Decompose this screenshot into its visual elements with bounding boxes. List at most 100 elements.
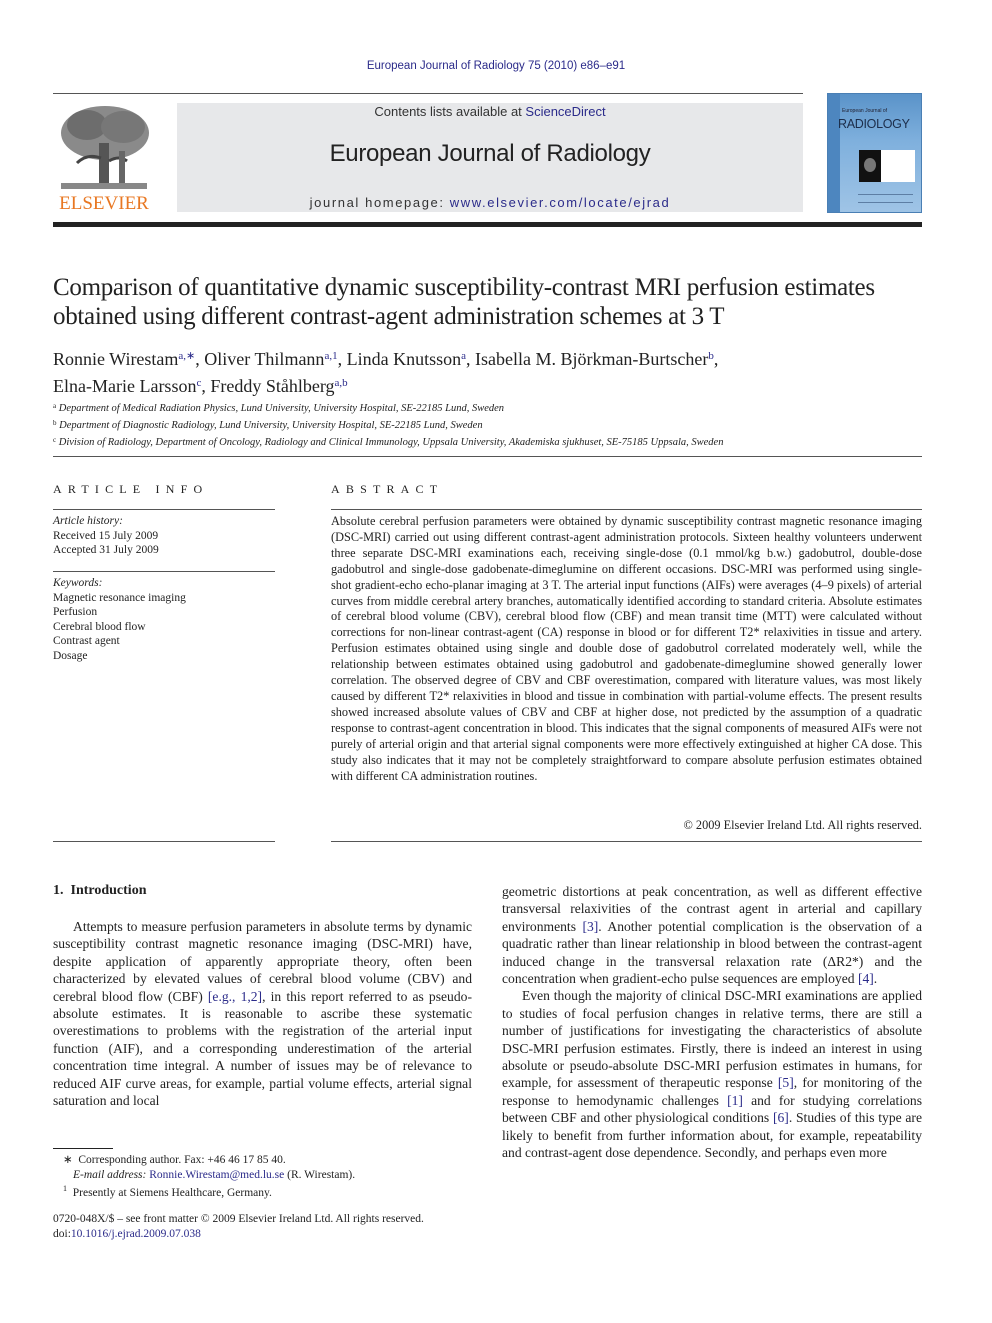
issn-copyright: 0720-048X/$ – see front matter © 2009 El…: [53, 1213, 424, 1225]
cover-small-text: European Journal of: [842, 108, 888, 114]
author-name[interactable]: Oliver Thilmann: [204, 349, 324, 369]
abstract-text: Absolute cerebral perfusion parameters w…: [331, 514, 922, 783]
homepage-link[interactable]: www.elsevier.com/locate/ejrad: [450, 195, 671, 210]
elsevier-logo[interactable]: ELSEVIER: [53, 103, 155, 214]
citation-link[interactable]: [5]: [778, 1075, 794, 1090]
email-link[interactable]: Ronnie.Wirestam@med.lu.se: [149, 1169, 284, 1181]
author-list: Ronnie Wirestama,∗, Oliver Thilmanna,1, …: [53, 344, 933, 398]
keywords-divider: [53, 571, 275, 572]
author-name[interactable]: Ronnie Wirestam: [53, 349, 178, 369]
abstract-copyright: © 2009 Elsevier Ireland Ltd. All rights …: [683, 818, 922, 832]
cover-spine-strip: [828, 94, 840, 212]
intro-paragraph-1-continued: geometric distortions at peak concentrat…: [502, 883, 922, 987]
doi-label: doi:: [53, 1228, 71, 1240]
footnote-divider: [53, 1148, 113, 1149]
abstract-heading: ABSTRACT: [331, 482, 444, 496]
journal-masthead: Contents lists available at ScienceDirec…: [177, 103, 803, 212]
article-history-label: Article history:: [53, 515, 123, 527]
section-heading-introduction: 1. Introduction: [53, 883, 147, 898]
footnote-mark: ∗: [63, 1154, 73, 1166]
author-affil-sup[interactable]: a,∗: [178, 350, 195, 362]
journal-cover-image[interactable]: European Journal of RADIOLOGY: [827, 93, 922, 213]
contents-prefix: Contents lists available at: [374, 104, 526, 119]
top-divider: [53, 93, 803, 94]
footnote-email: E-mail address: Ronnie.Wirestam@med.lu.s…: [53, 1168, 473, 1183]
contents-line: Contents lists available at ScienceDirec…: [177, 104, 803, 119]
author-name[interactable]: Linda Knutsson: [347, 349, 462, 369]
article-info-bottom-divider: [53, 841, 275, 842]
footnote-1: 1 Presently at Siemens Healthcare, Germa…: [53, 1182, 473, 1200]
affiliation-key: a: [53, 402, 57, 410]
intro-paragraph-2: Even though the majority of clinical DSC…: [502, 987, 922, 1161]
abstract-bottom-divider: [331, 841, 922, 842]
keyword: Contrast agent: [53, 635, 120, 647]
article-info-divider: [53, 509, 275, 510]
keywords: Keywords: Magnetic resonance imaging Per…: [53, 576, 275, 663]
citation-link[interactable]: [4]: [858, 971, 874, 986]
journal-homepage: journal homepage: www.elsevier.com/locat…: [177, 195, 803, 210]
doi-line: doi:10.1016/j.ejrad.2009.07.038: [53, 1227, 483, 1242]
elsevier-wordmark: ELSEVIER: [59, 193, 149, 214]
email-suffix: (R. Wirestam).: [284, 1168, 356, 1181]
footnote-text: Corresponding author. Fax: +46 46 17 85 …: [78, 1154, 286, 1166]
footnote-mark: 1: [63, 1184, 67, 1193]
keyword: Dosage: [53, 649, 88, 662]
affiliation-key: b: [53, 419, 57, 427]
affiliation: b Department of Diagnostic Radiology, Lu…: [53, 416, 933, 433]
homepage-prefix: journal homepage:: [309, 195, 450, 210]
sciencedirect-link[interactable]: ScienceDirect: [525, 104, 605, 119]
footnote-text: Presently at Siemens Healthcare, Germany…: [72, 1186, 272, 1199]
article-title: Comparison of quantitative dynamic susce…: [53, 274, 875, 330]
abstract-divider: [331, 509, 922, 510]
cover-title: RADIOLOGY: [838, 117, 910, 131]
author[interactable]: Linda Knutssona: [347, 349, 466, 369]
author[interactable]: Elna-Marie Larssonc: [53, 376, 201, 396]
author-name[interactable]: Isabella M. Björkman-Burtscher: [475, 349, 708, 369]
brain-scan-icon: [864, 158, 876, 172]
journal-reference[interactable]: European Journal of Radiology 75 (2010) …: [0, 60, 992, 72]
author[interactable]: Ronnie Wirestama,∗: [53, 349, 195, 369]
header-thick-divider: [53, 222, 922, 227]
footnote-corresponding: ∗ Corresponding author. Fax: +46 46 17 8…: [53, 1153, 473, 1168]
author-affil-sup[interactable]: a,b: [335, 377, 348, 389]
author-separator: ,: [201, 376, 211, 396]
author[interactable]: Isabella M. Björkman-Burtscherb: [475, 349, 714, 369]
citation-link[interactable]: [6]: [773, 1110, 789, 1125]
affiliation: a Department of Medical Radiation Physic…: [53, 399, 933, 416]
cover-brain-figure: [859, 150, 915, 182]
affiliation: c Division of Radiology, Department of O…: [53, 433, 933, 450]
paragraph-text: , in this report referred to as pseudo-a…: [53, 988, 472, 1109]
author-separator: ,: [337, 349, 347, 369]
article-history: Article history: Received 15 July 2009 A…: [53, 514, 275, 558]
accepted-date: Accepted 31 July 2009: [53, 544, 159, 556]
article-info-heading: ARTICLE INFO: [53, 482, 209, 496]
footnotes: ∗ Corresponding author. Fax: +46 46 17 8…: [53, 1153, 473, 1200]
keywords-label: Keywords:: [53, 577, 103, 589]
affiliation-text: Department of Medical Radiation Physics,…: [58, 403, 505, 414]
author-name[interactable]: Freddy Ståhlberg: [210, 376, 334, 396]
front-matter: 0720-048X/$ – see front matter © 2009 El…: [53, 1212, 483, 1242]
intro-paragraph-1: Attempts to measure perfusion parameters…: [53, 918, 472, 1109]
author[interactable]: Freddy Ståhlberga,b: [210, 376, 347, 396]
paragraph-text: .: [873, 971, 878, 987]
cover-line: [858, 194, 913, 195]
citation-link[interactable]: [e.g., 1,2]: [208, 989, 262, 1004]
author[interactable]: Oliver Thilmanna,1: [204, 349, 337, 369]
doi-link[interactable]: 10.1016/j.ejrad.2009.07.038: [71, 1228, 201, 1240]
author-name[interactable]: Elna-Marie Larsson: [53, 376, 196, 396]
author-separator: ,: [465, 349, 475, 369]
keyword: Cerebral blood flow: [53, 620, 146, 633]
citation-link[interactable]: [1]: [727, 1093, 743, 1108]
elsevier-tree-icon: [57, 103, 151, 191]
author-separator: ,: [195, 349, 205, 369]
affiliation-text: Division of Radiology, Department of Onc…: [58, 437, 724, 448]
citation-link[interactable]: [3]: [582, 919, 598, 934]
affiliation-key: c: [53, 436, 57, 444]
intro-right-column: geometric distortions at peak concentrat…: [502, 883, 922, 1162]
affiliations-divider: [53, 456, 922, 457]
journal-title: European Journal of Radiology: [329, 140, 651, 167]
cover-line: [858, 202, 913, 203]
author-affil-sup[interactable]: a,1: [324, 350, 337, 362]
author-separator: ,: [713, 349, 719, 369]
affiliations: a Department of Medical Radiation Physic…: [53, 399, 933, 450]
